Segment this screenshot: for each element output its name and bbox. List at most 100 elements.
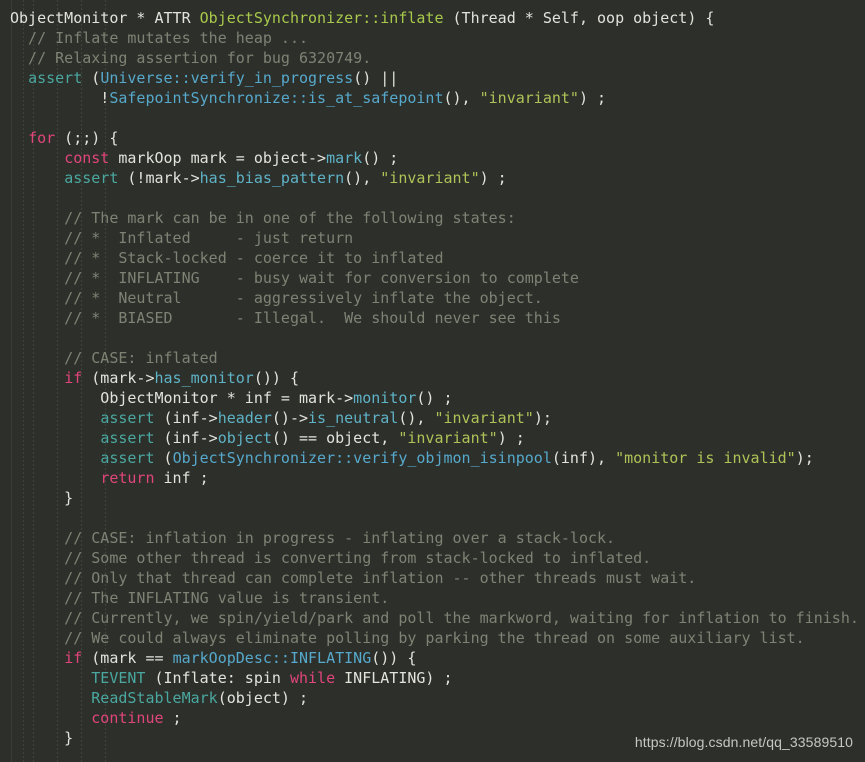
code-token: // Inflate mutates the heap ... (10, 29, 309, 47)
code-token: () ; (416, 389, 453, 407)
code-token: ); (795, 449, 814, 467)
code-line[interactable]: // * Stack-locked - coerce it to inflate… (0, 248, 865, 268)
code-token: ( (82, 69, 101, 87)
code-token: monitor (353, 389, 417, 407)
code-line[interactable]: // * Neutral - aggressively inflate the … (0, 288, 865, 308)
code-line[interactable]: return inf ; (0, 468, 865, 488)
code-line[interactable]: // Relaxing assertion for bug 6320749. (0, 48, 865, 68)
code-token: // We could always eliminate polling by … (10, 629, 805, 647)
code-token: ObjectSynchronizer::verify_objmon_isinpo… (172, 449, 552, 467)
code-token: is_neutral (308, 409, 399, 427)
code-line[interactable]: assert (Universe::verify_in_progress() |… (0, 68, 865, 88)
code-token: has_monitor (154, 369, 254, 387)
code-token: ! (10, 89, 110, 107)
code-line[interactable]: assert (inf->object() == object, "invari… (0, 428, 865, 448)
code-token: header (217, 409, 272, 427)
code-block[interactable]: ObjectMonitor * ATTR ObjectSynchronizer:… (0, 0, 865, 748)
code-token: assert (100, 449, 155, 467)
code-token: "invariant" (398, 429, 498, 447)
code-token: // Relaxing assertion for bug 6320749. (10, 49, 372, 67)
code-token: (;;) { (55, 129, 119, 147)
code-token: (inf), (551, 449, 616, 467)
code-token: ) ; (497, 429, 525, 447)
code-token: () ; (362, 149, 399, 167)
code-token: ) ; (578, 89, 607, 107)
code-line[interactable] (0, 328, 865, 348)
watermark-text: https://blog.csdn.net/qq_33589510 (634, 734, 853, 750)
code-token: // * BIASED - Illegal. We should never s… (10, 309, 561, 327)
code-line[interactable]: ObjectMonitor * inf = mark->monitor() ; (0, 388, 865, 408)
code-token: // * INFLATING - busy wait for conversio… (10, 269, 579, 287)
code-line[interactable]: // * Inflated - just return (0, 228, 865, 248)
code-line[interactable]: } (0, 488, 865, 508)
code-line[interactable]: TEVENT (Inflate: spin while INFLATING) ; (0, 668, 865, 688)
code-line[interactable]: // The INFLATING value is transient. (0, 588, 865, 608)
code-line[interactable] (0, 108, 865, 128)
code-token: for (28, 129, 56, 147)
code-token: ); (533, 409, 552, 427)
code-line[interactable] (0, 508, 865, 528)
code-line[interactable] (0, 188, 865, 208)
code-token: // Some other thread is converting from … (10, 549, 652, 567)
code-token: "invariant" (479, 89, 579, 107)
code-line[interactable]: ReadStableMark(object) ; (0, 688, 865, 708)
code-line[interactable]: // We could always eliminate polling by … (0, 628, 865, 648)
code-token: ReadStableMark (91, 689, 218, 707)
code-line[interactable]: // * BIASED - Illegal. We should never s… (0, 308, 865, 328)
code-token: (object) ; (217, 689, 309, 707)
code-token: (Inflate: spin (145, 669, 290, 687)
code-token: if (64, 649, 83, 667)
code-line[interactable]: continue ; (0, 708, 865, 728)
code-editor-pane[interactable]: ObjectMonitor * ATTR ObjectSynchronizer:… (0, 0, 865, 762)
code-token: ObjectMonitor * inf = mark-> (10, 389, 354, 407)
code-line[interactable]: // Only that thread can complete inflati… (0, 568, 865, 588)
code-line[interactable]: // The mark can be in one of the followi… (0, 208, 865, 228)
code-token: (inf-> (154, 409, 218, 427)
code-token: object (217, 429, 272, 447)
code-line[interactable]: // Inflate mutates the heap ... (0, 28, 865, 48)
code-token: // * Stack-locked - coerce it to inflate… (10, 249, 444, 267)
code-token: // The mark can be in one of the followi… (10, 209, 516, 227)
code-line[interactable]: const markOop mark = object->mark() ; (0, 148, 865, 168)
code-line[interactable]: // CASE: inflation in progress - inflati… (0, 528, 865, 548)
code-token: } (10, 489, 74, 507)
code-token: // Only that thread can complete inflati… (10, 569, 697, 587)
code-line[interactable]: for (;;) { (0, 128, 865, 148)
code-token: assert (28, 69, 83, 87)
code-line[interactable]: // Some other thread is converting from … (0, 548, 865, 568)
code-token: } (10, 729, 74, 747)
code-token: (mark == (82, 649, 173, 667)
code-token: (Thread * Self, oop object) { (443, 9, 715, 27)
code-line[interactable]: ObjectMonitor * ATTR ObjectSynchronizer:… (0, 8, 865, 28)
code-token: SafepointSynchronize::is_at_safepoint (109, 89, 444, 107)
code-line[interactable]: !SafepointSynchronize::is_at_safepoint()… (0, 88, 865, 108)
code-token: while (289, 669, 336, 687)
code-token: ; (163, 709, 182, 727)
code-line[interactable]: assert (!mark->has_bias_pattern(), "inva… (0, 168, 865, 188)
code-token: "monitor is invalid" (615, 449, 796, 467)
code-line[interactable]: // * INFLATING - busy wait for conversio… (0, 268, 865, 288)
code-token: ()-> (271, 409, 309, 427)
code-token: // CASE: inflation in progress - inflati… (10, 529, 616, 547)
code-token: // * Inflated - just return (10, 229, 354, 247)
code-token: (), (443, 89, 480, 107)
code-line[interactable]: if (mark->has_monitor()) { (0, 368, 865, 388)
code-token: // CASE: inflated (10, 349, 218, 367)
code-line[interactable]: // Currently, we spin/yield/park and pol… (0, 608, 865, 628)
code-token: return (100, 469, 155, 487)
code-line[interactable]: // CASE: inflated (0, 348, 865, 368)
code-token: // Currently, we spin/yield/park and pol… (10, 609, 859, 627)
code-token: // The INFLATING value is transient. (10, 589, 390, 607)
code-token: continue (91, 709, 164, 727)
code-token: ()) { (371, 649, 417, 667)
code-line[interactable]: assert (ObjectSynchronizer::verify_objmo… (0, 448, 865, 468)
code-line[interactable]: if (mark == markOopDesc::INFLATING()) { (0, 648, 865, 668)
code-line[interactable]: assert (inf->header()->is_neutral(), "in… (0, 408, 865, 428)
